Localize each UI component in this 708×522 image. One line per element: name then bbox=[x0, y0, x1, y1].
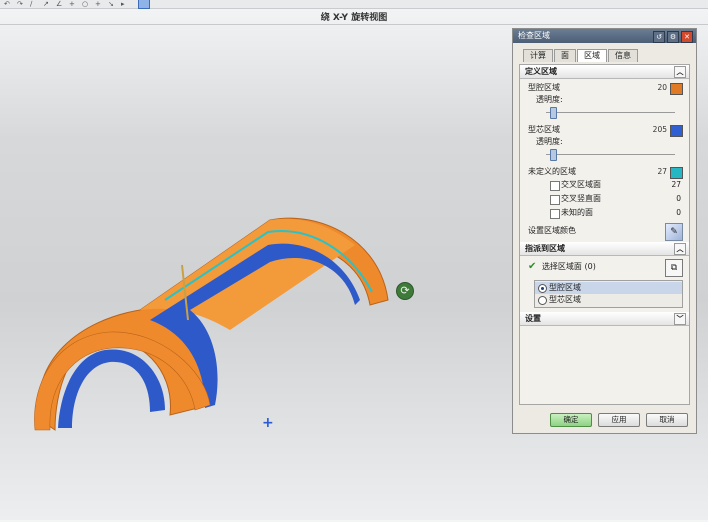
select-icon[interactable]: ▸ bbox=[121, 1, 128, 8]
chevron-up-icon[interactable]: ︿ bbox=[674, 243, 686, 255]
tab-compute[interactable]: 计算 bbox=[523, 49, 553, 62]
rotate-cursor-icon: ⟳ bbox=[396, 282, 414, 300]
tab-regions[interactable]: 区域 bbox=[577, 49, 607, 62]
arrow-icon[interactable]: ↘ bbox=[108, 1, 115, 8]
check-icon: ✔ bbox=[528, 261, 537, 272]
section-define-regions[interactable]: 定义区域 ︿ bbox=[520, 65, 689, 79]
chevron-up-icon[interactable]: ︿ bbox=[674, 66, 686, 78]
dialog-buttons: 确定 应用 取消 bbox=[513, 413, 696, 427]
plus-icon[interactable]: + bbox=[95, 1, 102, 8]
top-toolbar: ↶ ↷ ∕ ↗ ∠ + ○ + ↘ ▸ bbox=[0, 0, 708, 9]
undefined-region-label: 未定义的区域 bbox=[528, 167, 576, 176]
crosshair-icon: + bbox=[262, 415, 274, 431]
checkbox[interactable] bbox=[550, 195, 560, 205]
cavity-region-label: 型腔区域 bbox=[528, 83, 560, 92]
mold-part-model[interactable] bbox=[0, 25, 510, 520]
apply-button[interactable]: 应用 bbox=[598, 413, 640, 427]
radio-core-region[interactable]: 型芯区域 bbox=[535, 294, 682, 306]
cavity-region-row: 型腔区域 20 bbox=[520, 82, 689, 95]
cavity-region-count: 20 bbox=[657, 83, 667, 92]
ok-button[interactable]: 确定 bbox=[550, 413, 592, 427]
slider-thumb[interactable] bbox=[550, 149, 557, 161]
check-regions-dialog: 检查区域 ↺ ⚙ ✕ 计算 面 区域 信息 定义区域 ︿ 型腔区域 20 透明度… bbox=[512, 28, 697, 434]
crossing-vertical-faces-row[interactable]: 交叉竖直面 0 bbox=[520, 192, 689, 206]
radio-button[interactable] bbox=[538, 296, 547, 305]
point-icon[interactable]: + bbox=[69, 1, 76, 8]
chevron-down-icon[interactable]: ﹀ bbox=[674, 313, 686, 325]
view-cube-icon[interactable] bbox=[138, 0, 150, 9]
tab-info[interactable]: 信息 bbox=[608, 49, 638, 62]
gear-icon[interactable]: ⚙ bbox=[667, 31, 679, 43]
transparency-label: 透明度: bbox=[536, 95, 563, 104]
dialog-title: 检查区域 bbox=[518, 31, 550, 40]
select-face-icon[interactable]: ⧉ bbox=[665, 259, 683, 277]
checkbox[interactable] bbox=[550, 181, 560, 191]
core-region-count: 205 bbox=[652, 125, 667, 134]
set-region-colors-row: 设置区域颜色 ✎ bbox=[520, 220, 689, 242]
radio-button[interactable] bbox=[538, 284, 547, 293]
circle-icon[interactable]: ○ bbox=[82, 1, 89, 8]
close-icon[interactable]: ✕ bbox=[681, 31, 693, 43]
transparency-label: 透明度: bbox=[536, 137, 563, 146]
section-assign-region[interactable]: 指派到区域 ︿ bbox=[520, 242, 689, 256]
dialog-titlebar[interactable]: 检查区域 ↺ ⚙ ✕ bbox=[513, 29, 696, 43]
slider-thumb[interactable] bbox=[550, 107, 557, 119]
undo-icon[interactable]: ↶ bbox=[4, 1, 11, 8]
crossing-faces-row[interactable]: 交叉区域面 27 bbox=[520, 178, 689, 192]
redo-icon[interactable]: ↷ bbox=[17, 1, 24, 8]
view-title: 绕 X-Y 旋转视图 bbox=[320, 13, 388, 23]
unknown-faces-row[interactable]: 未知的面 0 bbox=[520, 206, 689, 220]
tab-faces[interactable]: 面 bbox=[554, 49, 576, 62]
reset-icon[interactable]: ↺ bbox=[653, 31, 665, 43]
region-radio-group: 型腔区域 型芯区域 bbox=[534, 280, 683, 308]
graphics-viewport[interactable]: + ⟳ bbox=[0, 25, 510, 520]
regions-panel: 定义区域 ︿ 型腔区域 20 透明度: 型芯区域 205 透明度: 未定义的区域… bbox=[519, 64, 690, 405]
undefined-region-count: 27 bbox=[657, 167, 667, 176]
section-settings[interactable]: 设置 ﹀ bbox=[520, 312, 689, 326]
arrow-icon[interactable]: ↗ bbox=[43, 1, 50, 8]
radio-cavity-region[interactable]: 型腔区域 bbox=[535, 282, 682, 294]
snap-icon[interactable]: ∠ bbox=[56, 1, 63, 8]
select-region-faces-label: 选择区域面 (0) bbox=[541, 262, 596, 271]
checkbox[interactable] bbox=[550, 209, 560, 219]
undefined-region-row: 未定义的区域 27 bbox=[520, 166, 689, 179]
curve-icon[interactable]: ∕ bbox=[30, 1, 37, 8]
cavity-transparency-slider[interactable] bbox=[546, 106, 675, 119]
cancel-button[interactable]: 取消 bbox=[646, 413, 688, 427]
set-region-colors-label: 设置区域颜色 bbox=[528, 226, 576, 235]
palette-icon[interactable]: ✎ bbox=[665, 223, 683, 241]
dialog-tabs: 计算 面 区域 信息 bbox=[513, 43, 696, 63]
core-transparency-slider[interactable] bbox=[546, 148, 675, 161]
select-region-faces-row[interactable]: ✔ 选择区域面 (0) ⧉ bbox=[520, 256, 689, 278]
core-region-row: 型芯区域 205 bbox=[520, 124, 689, 137]
core-region-label: 型芯区域 bbox=[528, 125, 560, 134]
